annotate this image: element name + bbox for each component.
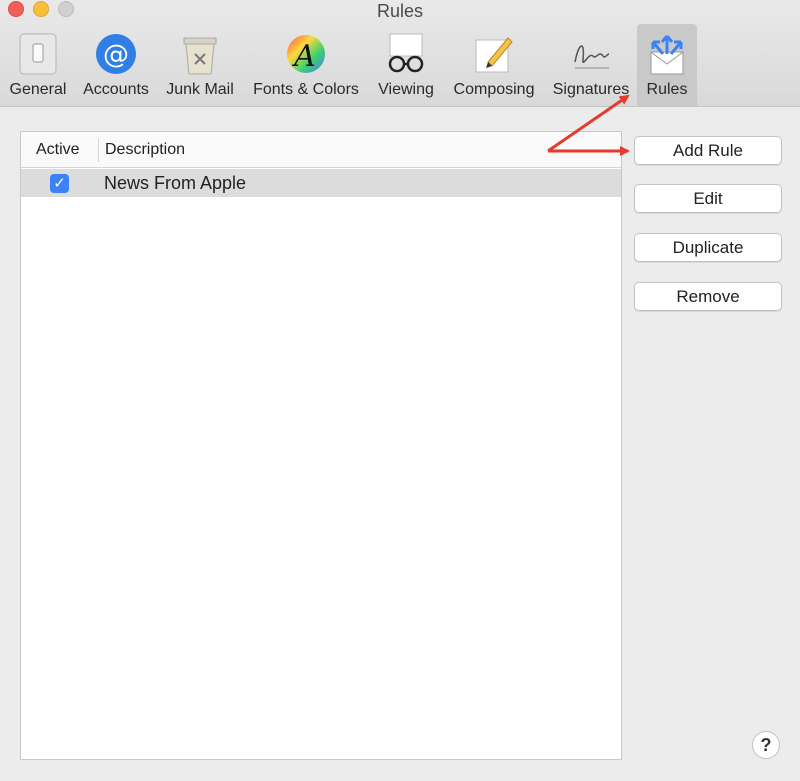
- active-checkbox[interactable]: ✓: [50, 174, 69, 193]
- signature-icon: [574, 45, 610, 69]
- duplicate-button[interactable]: Duplicate: [634, 233, 782, 262]
- tab-general[interactable]: General: [4, 24, 72, 107]
- at-sign-icon: @: [96, 34, 136, 74]
- switch-icon: [19, 33, 57, 75]
- tab-label: Viewing: [378, 81, 434, 98]
- table-header: Active Description: [21, 132, 621, 168]
- envelope-arrows-icon: [650, 35, 684, 75]
- rule-description: News From Apple: [104, 173, 247, 193]
- trash-can-icon: [183, 37, 217, 75]
- tab-composing[interactable]: Composing: [445, 24, 543, 107]
- tab-label: Accounts: [83, 81, 149, 98]
- tab-fonts-colors[interactable]: A Fonts & Colors: [245, 24, 367, 107]
- tab-label: Fonts & Colors: [253, 81, 359, 98]
- tab-rules[interactable]: Rules: [637, 24, 697, 107]
- tab-label: General: [9, 81, 67, 98]
- table-row[interactable]: ✓ News From Apple: [21, 169, 621, 197]
- glasses-icon: [388, 33, 424, 73]
- tab-label: Junk Mail: [166, 81, 234, 98]
- window-title: Rules: [376, 1, 424, 21]
- window-toolbar: Rules General @ Accounts Junk Mail A Fon…: [0, 0, 800, 107]
- remove-button[interactable]: Remove: [634, 282, 782, 311]
- color-wheel-icon: A: [287, 35, 325, 74]
- tab-label: Rules: [646, 81, 688, 98]
- tab-signatures[interactable]: Signatures: [546, 24, 636, 107]
- help-button[interactable]: ?: [752, 731, 780, 759]
- column-header-active[interactable]: Active: [36, 141, 80, 159]
- pencil-paper-icon: [475, 37, 513, 73]
- tab-viewing[interactable]: Viewing: [372, 24, 440, 107]
- tab-accounts[interactable]: @ Accounts: [76, 24, 156, 107]
- tab-label: Signatures: [552, 81, 630, 98]
- svg-text:@: @: [103, 40, 129, 70]
- svg-text:A: A: [291, 39, 316, 74]
- add-rule-button[interactable]: Add Rule: [634, 136, 782, 165]
- tab-label: Composing: [453, 81, 535, 98]
- tab-junk-mail[interactable]: Junk Mail: [160, 24, 240, 107]
- column-header-description[interactable]: Description: [105, 141, 185, 159]
- edit-button[interactable]: Edit: [634, 184, 782, 213]
- rules-table[interactable]: Active Description ✓ News From Apple: [20, 131, 622, 760]
- column-divider: [98, 138, 99, 162]
